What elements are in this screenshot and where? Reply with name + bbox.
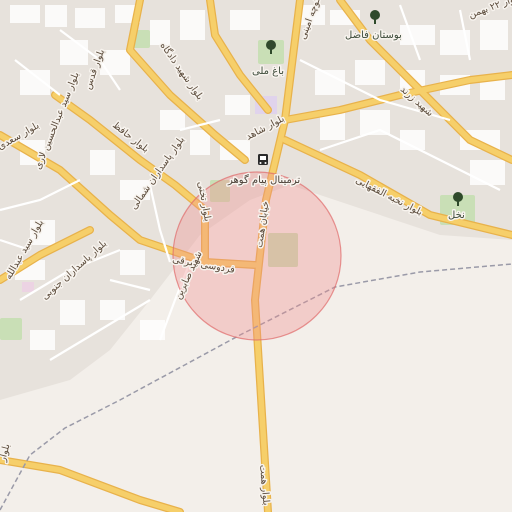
terminal-label: ترمینال پیام گوهر [227, 174, 300, 186]
park-label: بوستان فاضل [345, 30, 402, 41]
bus-stop-icon[interactable] [258, 154, 268, 165]
map-canvas[interactable]: بلوار ۲۲ بهمن بوستان فاضل کوچه امینی بلو… [0, 0, 512, 512]
place-label: نخل [448, 210, 465, 221]
building-feature [22, 282, 34, 292]
map-view[interactable]: بلوار ۲۲ بهمن بوستان فاضل کوچه امینی بلو… [0, 0, 512, 512]
park-label: باغ ملی [252, 66, 284, 77]
